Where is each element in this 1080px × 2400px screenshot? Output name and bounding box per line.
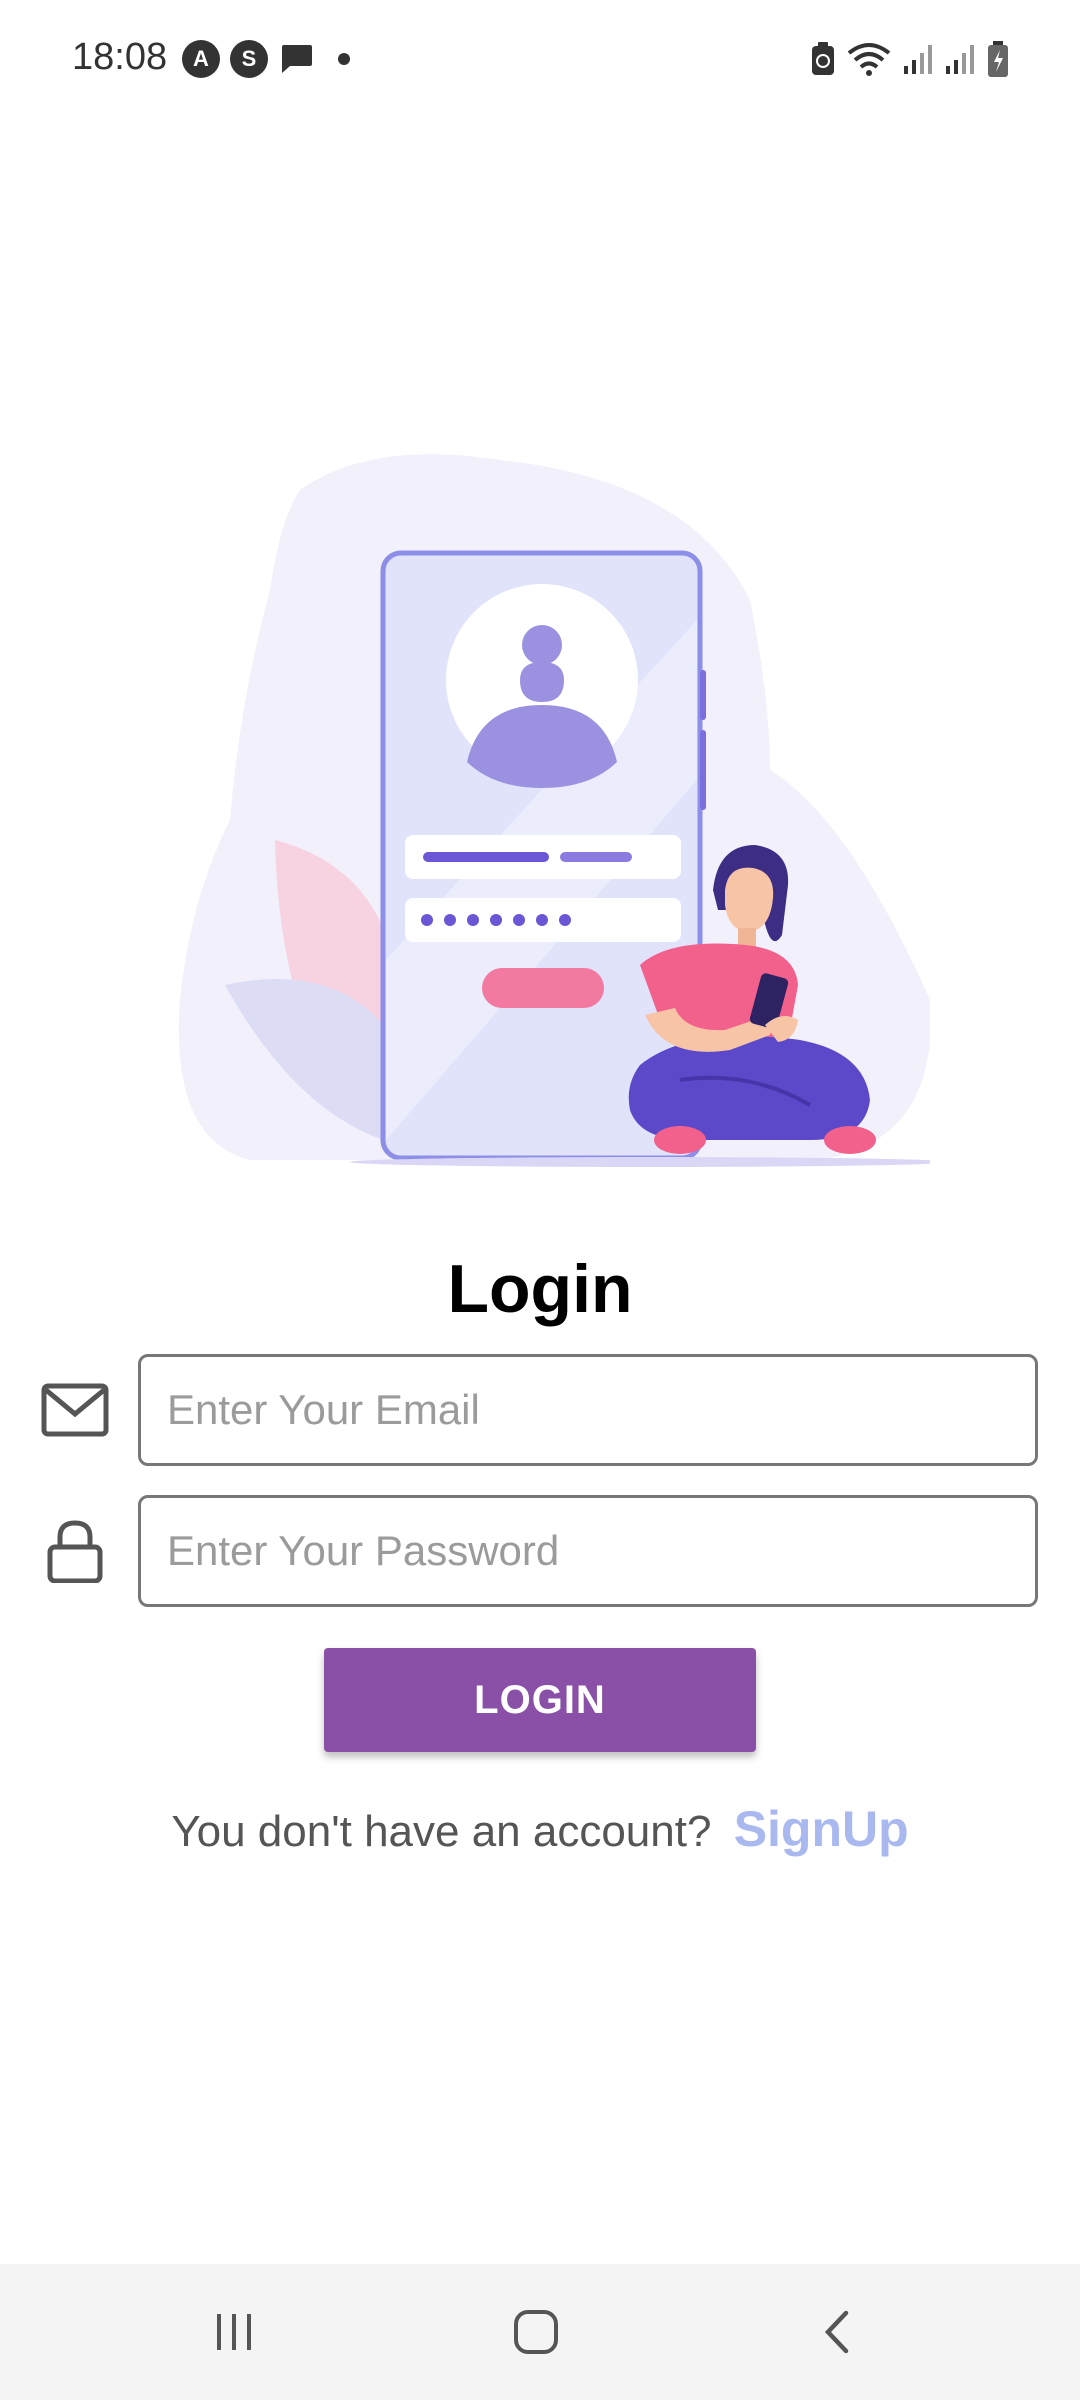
- signup-row: You don't have an account? SignUp: [0, 1800, 1080, 1858]
- signal-icon: [904, 45, 932, 74]
- home-button[interactable]: [496, 2292, 576, 2372]
- password-input[interactable]: [138, 1495, 1038, 1607]
- login-illustration: [178, 454, 930, 1167]
- email-row: [40, 1354, 1040, 1466]
- avatar-neck: [520, 662, 564, 702]
- home-icon: [514, 2310, 558, 2354]
- signal-icon: [946, 45, 974, 74]
- signup-prompt: You don't have an account?: [171, 1807, 712, 1856]
- avatar-head: [522, 625, 562, 665]
- status-notification-icons: A S: [182, 40, 350, 78]
- status-time: 18:08: [72, 36, 168, 78]
- email-input[interactable]: [138, 1354, 1038, 1466]
- wifi-icon: [847, 43, 891, 76]
- ground-shadow: [350, 1157, 930, 1167]
- back-button[interactable]: [798, 2292, 878, 2372]
- login-button[interactable]: LOGIN: [324, 1648, 756, 1752]
- woman-shoe: [654, 1126, 706, 1154]
- back-icon: [824, 2310, 849, 2354]
- username-line: [423, 852, 549, 862]
- recent-apps-icon: [217, 2314, 251, 2350]
- battery-saver-icon: [812, 42, 834, 75]
- phone-login-pill: [482, 968, 604, 1008]
- woman-legs: [628, 1035, 870, 1140]
- phone-side-button: [700, 730, 706, 810]
- chat-bubble-icon: [282, 45, 312, 73]
- password-row: [40, 1495, 1040, 1607]
- woman-shoe: [824, 1126, 876, 1154]
- navigation-bar: [0, 2264, 1080, 2400]
- phone-side-button: [700, 670, 706, 720]
- notification-dot-icon: [338, 53, 350, 65]
- login-title: Login: [447, 1251, 633, 1327]
- signup-link[interactable]: SignUp: [734, 1801, 909, 1857]
- a-app-icon: A: [182, 40, 220, 78]
- status-system-icons: [810, 40, 1010, 78]
- s-app-icon: S: [230, 40, 268, 78]
- recent-apps-button[interactable]: [194, 2292, 274, 2372]
- battery-icon: [988, 41, 1008, 77]
- envelope-icon: [41, 1383, 109, 1437]
- status-bar: 18:08 A S: [0, 0, 1080, 120]
- username-line: [560, 852, 632, 862]
- lock-icon: [47, 1520, 103, 1583]
